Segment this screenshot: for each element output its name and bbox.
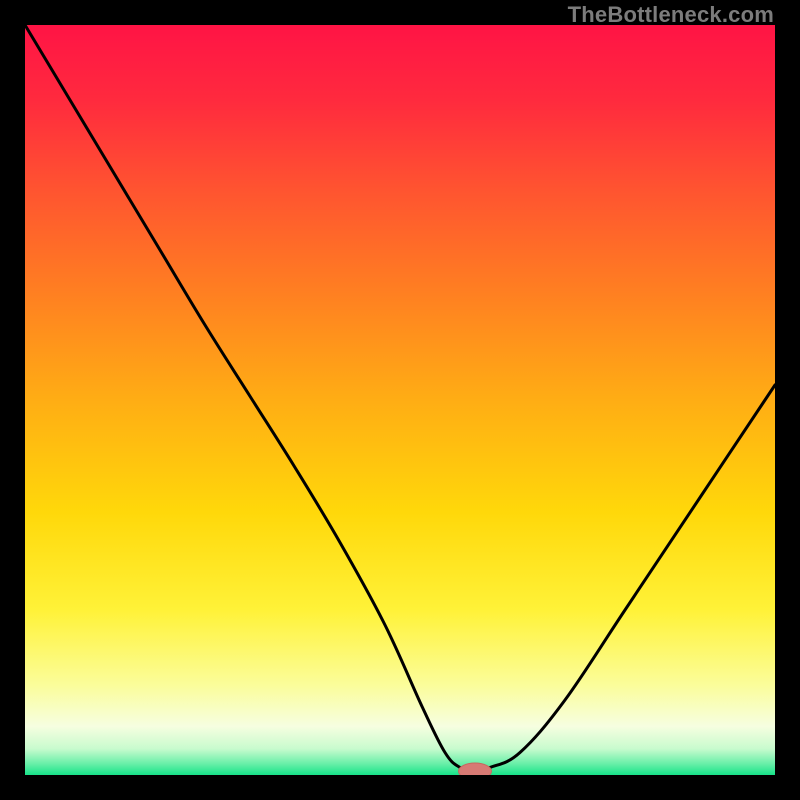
chart-container: TheBottleneck.com — [0, 0, 800, 800]
gradient-background — [25, 25, 775, 775]
plot-svg — [25, 25, 775, 775]
